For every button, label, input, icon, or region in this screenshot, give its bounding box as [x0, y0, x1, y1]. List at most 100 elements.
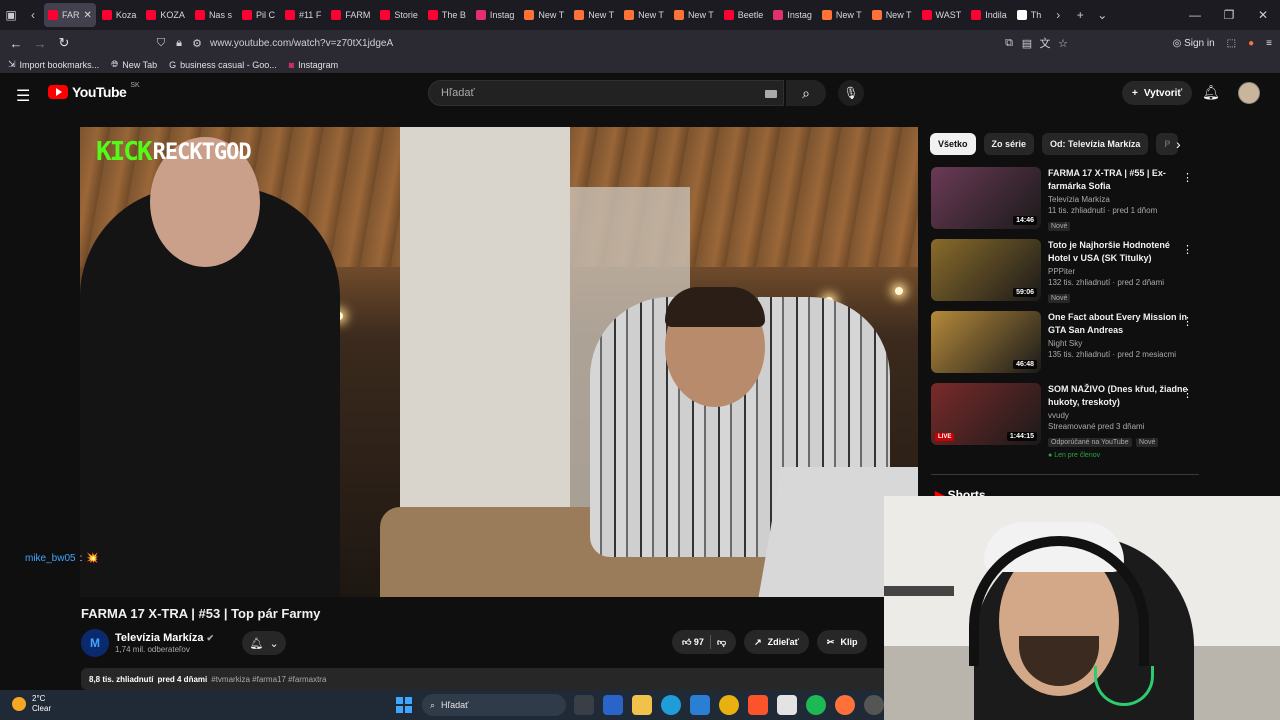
menu-icon[interactable]: ≡	[1266, 38, 1272, 49]
browser-tab[interactable]: New T	[670, 3, 718, 27]
video-thumbnail[interactable]: LIVE 1:44:15	[931, 383, 1041, 445]
picture-in-picture-icon[interactable]: ⧉	[1000, 37, 1018, 50]
hashtags[interactable]: #tvmarkiza #farma17 #farmaxtra	[211, 675, 326, 684]
shield-icon[interactable]: ⛉	[152, 37, 170, 50]
tabs-scroll-left-icon[interactable]: ‹	[22, 4, 44, 26]
edge-icon[interactable]	[661, 695, 681, 715]
channel-avatar[interactable]: M	[81, 629, 109, 657]
browser-tab[interactable]: New T	[620, 3, 668, 27]
reader-view-icon[interactable]: ▤	[1018, 37, 1036, 50]
subscription-bell-button[interactable]: 🔔︎ ⌄	[242, 631, 287, 655]
chip-from-channel[interactable]: Od: Televízia Markíza	[1042, 133, 1149, 155]
reload-icon[interactable]: ↻	[52, 35, 76, 51]
recommendation-channel[interactable]: PPPiter	[1048, 267, 1188, 276]
browser-tab[interactable]: Indila	[967, 3, 1011, 27]
back-icon[interactable]: ←	[4, 36, 28, 51]
browser-tab[interactable]: The B	[424, 3, 470, 27]
browser-tab[interactable]: KOZA	[142, 3, 189, 27]
close-window-icon[interactable]: ✕	[1246, 8, 1280, 22]
clip-button[interactable]: ✂ Klip	[816, 630, 868, 654]
forward-icon[interactable]: →	[28, 36, 52, 51]
browser-tab[interactable]: Beetle	[720, 3, 768, 27]
bookmark-business-casual[interactable]: Gbusiness casual - Goo...	[169, 60, 277, 70]
browser-tab[interactable]: New T	[520, 3, 568, 27]
settings-icon[interactable]	[864, 695, 884, 715]
url-text[interactable]: www.youtube.com/watch?v=z70tX1jdgeA	[210, 38, 393, 49]
chrome-icon[interactable]	[719, 695, 739, 715]
browser-tab[interactable]: Nas s	[191, 3, 236, 27]
recommendation-title[interactable]: SOM NAŽIVO (Dnes křud, žiadne hukoty, tr…	[1048, 383, 1188, 409]
browser-tab[interactable]: Instag	[472, 3, 519, 27]
sign-in-button[interactable]: ◎ Sign in	[1173, 38, 1215, 49]
hamburger-menu-icon[interactable]: ☰	[16, 86, 30, 106]
tab-list-dropdown-icon[interactable]: ⌄	[1091, 4, 1113, 26]
recommendation-item[interactable]: 59:06 Toto je Najhoršie Hodnotené Hotel v…	[931, 239, 1201, 311]
bookmark-instagram[interactable]: ◙ Instagram	[289, 60, 338, 70]
search-button[interactable]: ⌕	[786, 80, 826, 106]
account-avatar[interactable]	[1238, 82, 1260, 104]
extensions-icon[interactable]: ⬚	[1227, 38, 1236, 49]
taskbar-search-input[interactable]: ⌕ Hľadať	[422, 694, 566, 716]
description-bar[interactable]: 8,8 tis. zhliadnutí pred 4 dňami #tvmark…	[81, 668, 887, 690]
voice-search-button[interactable]: 🎙︎	[838, 80, 864, 106]
weather-widget[interactable]: 2°C Clear	[12, 694, 51, 714]
url-bar[interactable]: ⛉ 🔒︎ ⚙︎ www.youtube.com/watch?v=z70tX1jd…	[152, 32, 1072, 54]
more-options-icon[interactable]: ⋮	[1182, 171, 1193, 184]
tab-overview-icon[interactable]: ▣	[0, 4, 22, 26]
dislike-button[interactable]: 👎︎	[717, 637, 726, 648]
lock-icon[interactable]: 🔒︎	[170, 37, 188, 50]
browser-tab[interactable]: #11 F	[281, 3, 325, 27]
new-tab-icon[interactable]: +	[1069, 4, 1091, 26]
minimize-icon[interactable]: —	[1178, 8, 1212, 22]
chevron-right-icon[interactable]: ›	[1176, 136, 1181, 152]
firefox-icon[interactable]	[835, 695, 855, 715]
video-player[interactable]: KICK RECKTGOD	[80, 127, 918, 597]
tab-close-icon[interactable]: ✕	[84, 10, 92, 21]
more-options-icon[interactable]: ⋮	[1182, 243, 1193, 256]
browser-tab[interactable]: WAST	[918, 3, 966, 27]
browser-tab[interactable]: Instag	[769, 3, 816, 27]
recommendation-title[interactable]: One Fact about Every Mission in GTA San …	[1048, 311, 1188, 337]
chip-from-series[interactable]: Zo série	[983, 133, 1035, 155]
windows-start-icon[interactable]	[396, 697, 412, 713]
brave-icon[interactable]	[748, 695, 768, 715]
spotify-icon[interactable]	[806, 695, 826, 715]
youtube-logo[interactable]: YouTube SK	[48, 82, 140, 100]
more-options-icon[interactable]: ⋮	[1182, 387, 1193, 400]
recommendation-channel[interactable]: vvudy	[1048, 411, 1188, 420]
recommendation-title[interactable]: FARMA 17 X-TRA | #55 | Ex-farmárka Sofia	[1048, 167, 1188, 193]
video-thumbnail[interactable]: 14:46	[931, 167, 1041, 229]
tabs-scroll-right-icon[interactable]: ›	[1047, 4, 1069, 26]
permissions-icon[interactable]: ⚙︎	[188, 37, 206, 50]
bookmark-star-icon[interactable]: ☆	[1054, 37, 1072, 50]
more-options-icon[interactable]: ⋮	[1182, 315, 1193, 328]
browser-tab[interactable]: Th	[1013, 3, 1046, 27]
browser-tab[interactable]: FAR ✕	[44, 3, 96, 27]
keyboard-icon[interactable]	[765, 90, 777, 98]
share-button[interactable]: ↗ Zdieľať	[744, 630, 809, 654]
photos-icon[interactable]	[690, 695, 710, 715]
create-button[interactable]: + Vytvoriť	[1122, 81, 1193, 105]
file-explorer-icon[interactable]	[632, 695, 652, 715]
translate-icon[interactable]: 文	[1036, 35, 1054, 51]
recommendation-item[interactable]: 14:46 FARMA 17 X-TRA | #55 | Ex-farmárka …	[931, 167, 1201, 239]
bookmark-import[interactable]: ⇲ Import bookmarks...	[8, 59, 99, 70]
notepad-icon[interactable]	[777, 695, 797, 715]
firefox-account-icon[interactable]: ●	[1248, 38, 1254, 49]
recommendation-item[interactable]: LIVE 1:44:15 SOM NAŽIVO (Dnes křud, žiadne…	[931, 383, 1201, 459]
like-button[interactable]: 👍︎ 97	[682, 637, 704, 648]
recommendation-title[interactable]: Toto je Najhoršie Hodnotené Hotel v USA …	[1048, 239, 1188, 265]
recommendation-channel[interactable]: Night Sky	[1048, 339, 1188, 348]
browser-tab[interactable]: FARM	[327, 3, 374, 27]
notifications-bell-icon[interactable]: 🔔︎	[1202, 84, 1220, 101]
channel-name[interactable]: Televízia Markíza ✔	[115, 632, 214, 644]
search-input[interactable]: Hľadať	[428, 80, 784, 106]
chip-all[interactable]: Všetko	[930, 133, 976, 155]
browser-tab[interactable]: New T	[818, 3, 866, 27]
restore-icon[interactable]: ❐	[1212, 8, 1246, 22]
task-view-icon[interactable]	[574, 695, 594, 715]
recommendation-channel[interactable]: Televízia Markíza	[1048, 195, 1188, 204]
browser-tab[interactable]: Koza	[98, 3, 141, 27]
store-icon[interactable]	[603, 695, 623, 715]
bookmark-new-tab[interactable]: 🌐︎ New Tab	[111, 59, 157, 70]
